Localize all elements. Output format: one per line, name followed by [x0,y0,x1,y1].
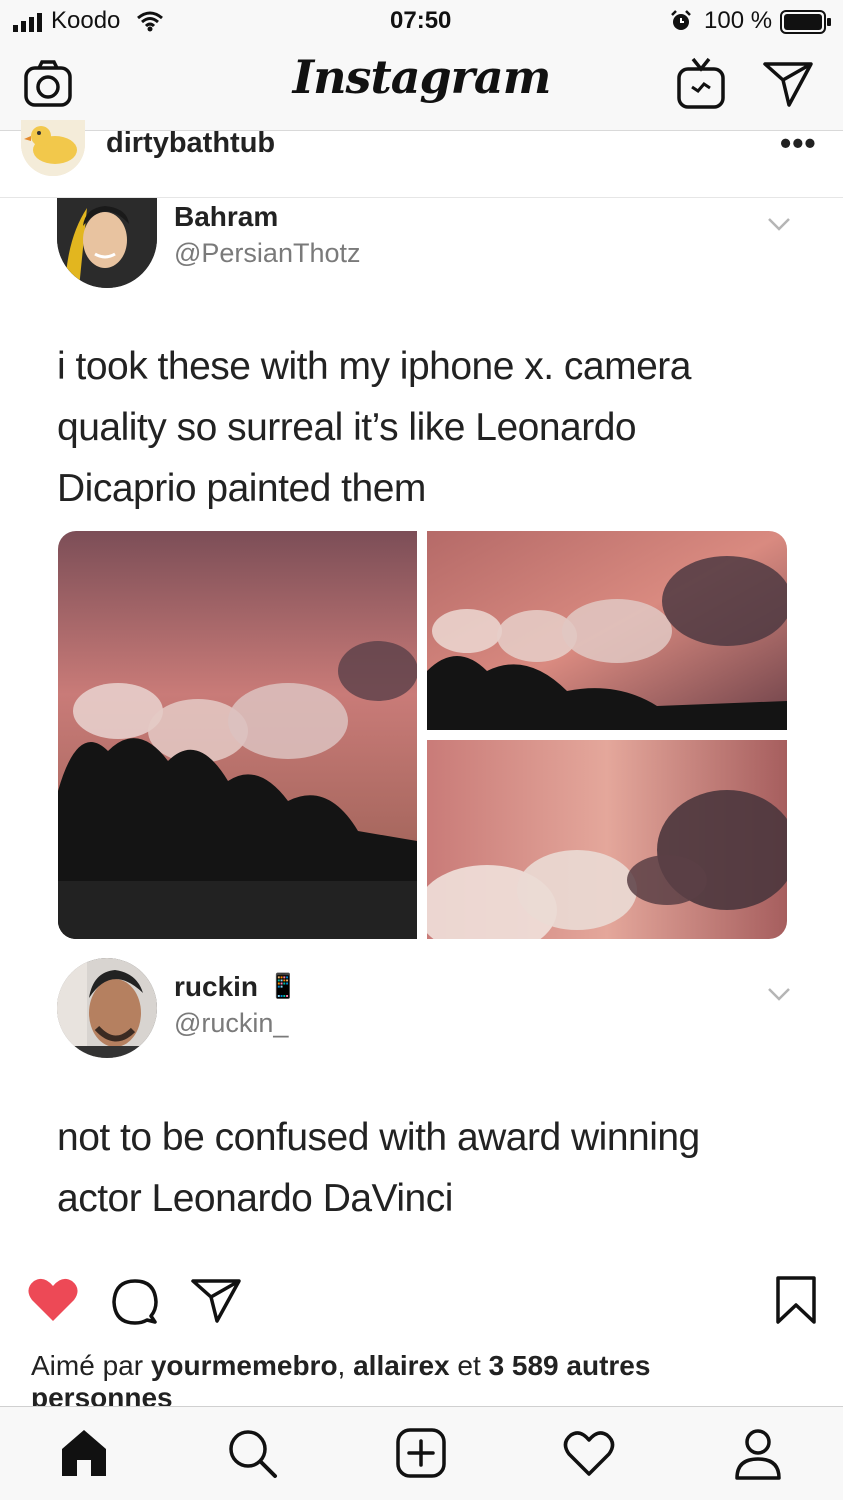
likes-and: et [449,1350,489,1381]
status-time: 07:50 [390,7,452,34]
search-icon[interactable] [226,1427,278,1479]
tweet-text-line: not to be confused with award winning [57,1116,700,1159]
chevron-down-icon [768,218,790,231]
add-post-icon[interactable] [395,1427,447,1479]
tweet-photo-sunset-trees [58,531,417,939]
tweet-text: not to be confused with award winning ac… [57,1107,817,1229]
wifi-icon [137,11,163,32]
tweet-text-line: quality so surreal it’s like Leonardo [57,406,637,449]
comment-icon[interactable] [111,1278,159,1326]
tweet-photo-clouds-bottom [427,740,787,939]
tweet-text-line: i took these with my iphone x. camera [57,345,691,388]
bottom-nav [0,1406,843,1500]
igtv-icon[interactable] [676,57,726,111]
tweet-author-handle: @ruckin_ [174,1008,289,1038]
likes-separator: , [337,1350,354,1381]
tweet-author-name: ruckin [174,971,259,1002]
phone-emoji: 📱 [268,973,298,1000]
status-bar: Koodo 07:50 100 % [0,0,843,44]
activity-heart-icon[interactable] [563,1429,615,1477]
tweet-text-line: actor Leonardo DaVinci [57,1177,453,1220]
signal-icon [13,13,42,32]
liker-link[interactable]: allairex [353,1350,450,1381]
liker-link[interactable]: yourmemebro [151,1350,338,1381]
poster-username[interactable]: dirtybathtub [106,127,275,160]
likes-others-link[interactable]: 3 589 autres [489,1350,651,1381]
tweet-author-name: Bahram [174,201,279,232]
alarm-icon [671,10,691,30]
chevron-down-icon [768,988,790,1001]
tweet-avatar [57,198,157,288]
profile-icon[interactable] [733,1427,783,1481]
likes-summary: Aimé par yourmemebro, allairex et 3 589 … [31,1350,821,1414]
battery-icon [780,10,831,34]
tweet-avatar [57,958,157,1058]
carrier-name: Koodo [51,7,121,34]
tweet-text: i took these with my iphone x. camera qu… [57,336,817,519]
like-heart-icon[interactable] [27,1277,79,1323]
share-icon[interactable] [190,1278,242,1324]
tweet-photo-clouds-top [427,531,787,730]
bookmark-icon[interactable] [775,1275,817,1325]
direct-message-icon[interactable] [762,60,814,108]
tweet-author-handle: @PersianThotz [174,238,361,268]
home-icon[interactable] [59,1427,109,1479]
likes-prefix: Aimé par [31,1350,151,1381]
tweet-text-line: Dicaprio painted them [57,467,426,510]
more-options-button[interactable]: ••• [780,125,817,162]
battery-percent: 100 % [704,7,773,34]
